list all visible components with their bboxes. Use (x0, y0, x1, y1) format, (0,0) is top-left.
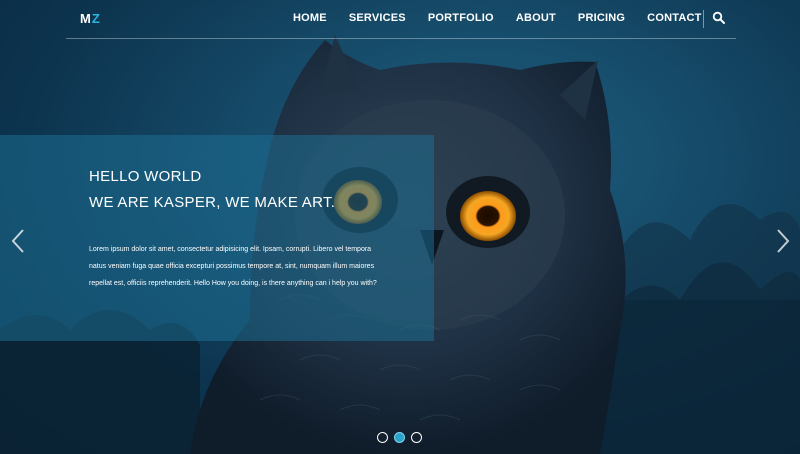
nav-item-portfolio[interactable]: PORTFOLIO (428, 12, 494, 24)
chevron-left-icon (11, 229, 24, 253)
chevron-right-icon (777, 229, 790, 253)
nav-item-services[interactable]: SERVICES (349, 12, 406, 24)
logo-letter-m: M (80, 11, 92, 26)
search-button[interactable] (712, 11, 726, 25)
hero-heading-primary: HELLO WORLD (89, 168, 202, 185)
nav-divider (703, 10, 704, 28)
logo-letter-z: Z (91, 11, 101, 26)
nav-item-about[interactable]: ABOUT (516, 12, 556, 24)
slider-dot-3[interactable] (411, 432, 422, 443)
top-navbar: MZ HOME SERVICES PORTFOLIO ABOUT PRICING… (66, 0, 736, 39)
nav-item-contact[interactable]: CONTACT (647, 12, 701, 24)
slider-dot-2[interactable] (394, 432, 405, 443)
hero-description: Lorem ipsum dolor sit amet, consectetur … (89, 246, 377, 287)
slider-next-button[interactable] (773, 226, 793, 256)
hero-slider: MZ HOME SERVICES PORTFOLIO ABOUT PRICING… (0, 0, 800, 454)
caption-overlay (0, 135, 434, 341)
slider-dot-1[interactable] (377, 432, 388, 443)
nav-item-home[interactable]: HOME (293, 12, 327, 24)
slider-indicators (377, 432, 428, 443)
nav-item-pricing[interactable]: PRICING (578, 12, 625, 24)
search-icon (712, 11, 725, 24)
logo[interactable]: MZ (80, 11, 101, 26)
nav-menu: HOME SERVICES PORTFOLIO ABOUT PRICING CO… (293, 12, 724, 24)
slider-prev-button[interactable] (8, 226, 28, 256)
hero-heading-secondary: WE ARE KASPER, WE MAKE ART. (89, 194, 336, 211)
